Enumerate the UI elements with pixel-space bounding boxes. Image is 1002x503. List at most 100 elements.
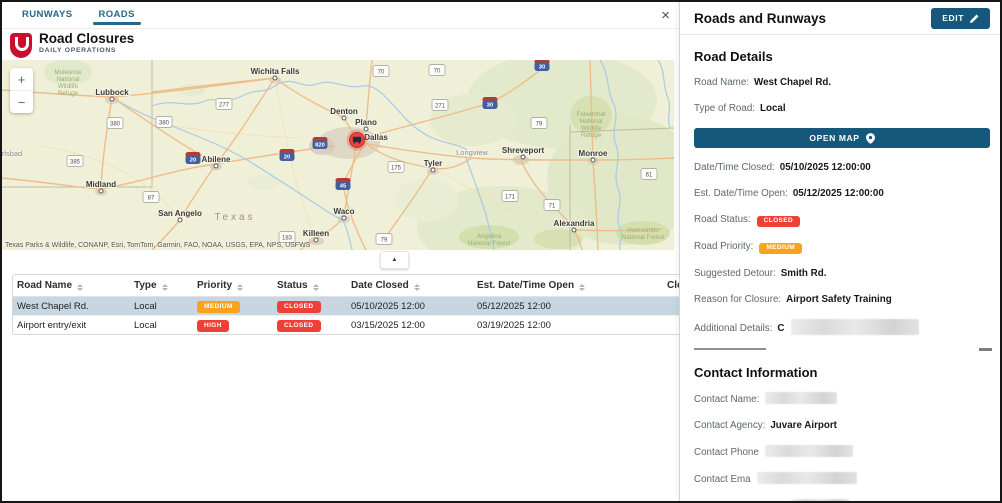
collapse-table-button[interactable]: ▲ [380,251,409,269]
field-value: West Chapel Rd. [754,77,831,88]
detail-field: Type of Road:Local [694,102,990,115]
svg-text:Monroe: Monroe [579,149,608,158]
highway-shield-icon: 71 [544,200,560,211]
status-badge: HIGH [197,320,229,332]
field-label: Contact Name: [694,394,759,405]
svg-text:183: 183 [282,235,293,241]
highway-shield-icon: 380 [107,118,123,129]
column-header-date-closed[interactable]: Date Closed [347,280,473,291]
svg-text:45: 45 [340,184,347,190]
table-header-row: Road NameTypePriorityStatusDate ClosedEs… [13,275,679,297]
closure-marker-icon[interactable] [347,130,368,151]
sort-arrows-icon [162,284,168,291]
svg-text:277: 277 [219,102,230,108]
map-city: rlsbad [2,149,22,158]
svg-text:Abilene: Abilene [202,155,231,164]
sort-arrows-icon [579,284,585,291]
status-badge: MEDIUM [197,301,240,313]
map-city: Midland [86,180,116,193]
interstate-shield-icon: 30 [535,60,550,71]
map-graphics: MuleshoeNationalWildlifeRefugeFelsenthal… [2,60,674,250]
column-header-closu: Closu [663,280,679,291]
map-city: Dallas [364,133,388,142]
redacted-value [791,319,919,335]
detail-field: Contact Agency:Juvare Airport [694,419,990,432]
contact-information-heading: Contact Information [694,365,990,380]
sort-arrows-icon [77,284,83,291]
field-value: 05/12/2025 12:00:00 [793,188,884,199]
zoom-in-button[interactable]: + [10,68,33,90]
svg-text:70: 70 [378,69,385,75]
tab-runways[interactable]: RUNWAYS [20,2,75,27]
svg-text:rlsbad: rlsbad [2,149,22,158]
status-badge: CLOSED [757,216,801,228]
redacted-value [765,392,837,404]
svg-text:Dallas: Dallas [364,133,388,142]
field-value: 05/10/2025 12:00:00 [780,162,871,173]
svg-text:175: 175 [391,165,402,171]
svg-text:820: 820 [315,143,325,149]
detail-field: Contact Phone [694,445,990,459]
table-row[interactable]: Airport entry/exitLocalHIGHCLOSED03/15/2… [13,316,679,334]
column-header-status[interactable]: Status [273,280,347,291]
map-city: Killeen [303,229,329,242]
tab-roads[interactable]: ROADS [97,2,137,27]
detail-field: Road Priority:MEDIUM [694,240,990,254]
edit-button[interactable]: EDIT [931,8,990,29]
detail-field: Reason for Closure:Airport Safety Traini… [694,293,990,306]
table-cell: Local [130,301,193,312]
field-label: Additional Details: [694,323,772,334]
interstate-shield-icon: 45 [336,178,351,190]
svg-text:380: 380 [159,120,170,126]
detail-field: Contact Name: [694,392,990,406]
map-city: Lubbock [95,88,129,101]
svg-text:20: 20 [190,158,196,164]
column-header-est-date-time-open[interactable]: Est. Date/Time Open [473,280,663,291]
table-row[interactable]: West Chapel Rd.LocalMEDIUMCLOSED05/10/20… [13,297,679,316]
svg-text:Plano: Plano [355,118,377,127]
map-zoom-control: + − [10,68,33,113]
detail-field: Suggested Detour:Smith Rd. [694,267,990,280]
open-map-button[interactable]: OPEN MAP [694,128,990,148]
svg-text:87: 87 [148,195,155,201]
column-header-priority[interactable]: Priority [193,280,273,291]
svg-text:30: 30 [487,103,493,109]
detail-field: Contact Ema [694,472,990,486]
highway-shield-icon: 87 [143,192,159,203]
road-closures-window: RUNWAYS ROADS × Road Closures DAILY OPERA… [0,0,1002,503]
svg-text:Alexandria: Alexandria [554,219,595,228]
field-value: Juvare Airport [770,420,837,431]
map-area-label: HomochittoNational Forest [622,227,665,241]
table-cell: HIGH [193,319,273,332]
column-header-road-name[interactable]: Road Name [13,280,130,291]
road-closures-table: Road NameTypePriorityStatusDate ClosedEs… [12,274,679,335]
highway-shield-icon: 171 [502,191,518,202]
highway-shield-icon: 183 [279,232,295,243]
field-label: Road Name: [694,77,749,88]
svg-text:71: 71 [549,203,556,209]
interstate-shield-icon: 20 [186,152,201,164]
highway-shield-icon: 70 [373,66,389,77]
close-icon[interactable]: × [661,8,670,23]
map-attribution: Texas Parks & Wildlife, CONANP, Esri, To… [5,242,310,249]
column-header-type[interactable]: Type [130,280,193,291]
table-cell: 05/10/2025 12:00 [347,301,473,312]
status-badge: CLOSED [277,320,321,332]
redacted-value [765,445,853,457]
field-label: Suggested Detour: [694,268,776,279]
map-canvas[interactable]: MuleshoeNationalWildlifeRefugeFelsenthal… [2,60,674,250]
map-area-label: MuleshoeNationalWildlifeRefuge [54,69,82,97]
sort-arrows-icon [237,284,243,291]
app-header: Road Closures DAILY OPERATIONS [2,30,679,60]
svg-text:Midland: Midland [86,180,116,189]
road-details-heading: Road Details [694,49,990,64]
field-value: Local [760,103,786,114]
zoom-out-button[interactable]: − [10,90,33,113]
highway-shield-icon: 271 [432,100,448,111]
svg-text:30: 30 [539,65,545,71]
svg-text:79: 79 [536,121,543,127]
location-pin-icon [866,133,875,144]
table-cell: 05/12/2025 12:00 [473,301,663,312]
table-cell: 03/19/2025 12:00 [473,320,663,331]
table-cell: Airport entry/exit [13,320,130,331]
